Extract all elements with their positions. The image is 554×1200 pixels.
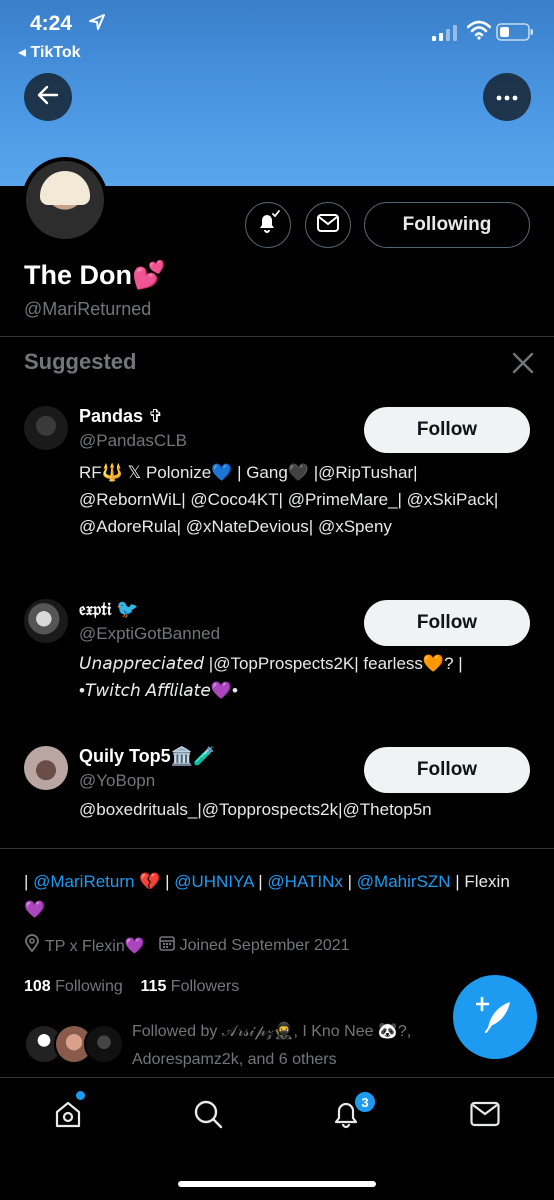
- location-item: TP x Flexin💜: [24, 934, 145, 957]
- suggested-handle[interactable]: @ExptiGotBanned: [79, 624, 220, 644]
- following-word: Following: [55, 978, 123, 995]
- suggested-avatar[interactable]: [24, 406, 68, 450]
- profile-meta: TP x Flexin💜 Joined September 2021: [24, 934, 364, 957]
- joined-date: Joined September 2021: [179, 936, 350, 954]
- following-button[interactable]: Following: [364, 202, 530, 248]
- follower-avatar: [84, 1024, 124, 1064]
- compose-tweet-button[interactable]: [453, 975, 537, 1059]
- suggested-avatar[interactable]: [24, 599, 68, 643]
- back-to-app-link[interactable]: ◂ TikTok: [18, 42, 81, 62]
- suggested-avatar[interactable]: [24, 746, 68, 790]
- bio-text: |: [253, 872, 268, 891]
- wifi-icon: [466, 20, 492, 45]
- followers-count-link[interactable]: 115 Followers: [141, 978, 240, 995]
- profile-avatar[interactable]: [22, 157, 108, 243]
- divider: [0, 336, 554, 337]
- close-icon: [511, 352, 535, 379]
- notifications-badge: 3: [353, 1090, 377, 1114]
- mention-link[interactable]: @MahirSZN: [357, 872, 451, 891]
- home-indicator: [178, 1181, 376, 1187]
- notifications-toggle-button[interactable]: [245, 202, 291, 248]
- follow-stats: 108 Following 115 Followers: [24, 978, 239, 996]
- bio-text: |: [342, 872, 357, 891]
- envelope-icon: [470, 1101, 500, 1132]
- joined-item: Joined September 2021: [158, 935, 350, 956]
- bio-text: |: [24, 872, 34, 891]
- suggested-handle[interactable]: @PandasCLB: [79, 431, 187, 451]
- mention-link[interactable]: @UHNIYA: [174, 872, 253, 891]
- bell-check-icon: [255, 209, 281, 241]
- followed-by-text: Followed by 𝒜𝓇𝓈𝒾𝓅𝓏🥷, I Kno Nee 🐼?, Adore…: [132, 1023, 412, 1068]
- suggested-title: Suggested: [24, 349, 137, 374]
- status-bar: 4:24 ◂ TikTok: [0, 0, 554, 70]
- suggested-bio: 𝘜𝘯𝘢𝘱𝘱𝘳𝘦𝘤𝘪𝘢𝘵𝘦𝘥 |@TopProspects2K| fearless…: [79, 654, 463, 700]
- followers-count: 115: [140, 978, 167, 995]
- search-icon: [193, 1099, 223, 1134]
- follow-button[interactable]: Follow: [364, 747, 530, 793]
- more-dots-icon: [496, 88, 518, 106]
- tab-home[interactable]: [48, 1096, 88, 1136]
- followers-word: Followers: [170, 978, 240, 995]
- calendar-icon: [158, 935, 180, 956]
- close-suggested-button[interactable]: [511, 351, 535, 375]
- location-arrow-icon: [89, 14, 105, 35]
- back-button[interactable]: [24, 73, 72, 121]
- tab-search[interactable]: [188, 1096, 228, 1136]
- follow-button[interactable]: Follow: [364, 407, 530, 453]
- bio-text: 💔 |: [134, 872, 175, 891]
- profile-handle: @MariReturned: [24, 299, 152, 319]
- suggested-name[interactable]: Quily Top5🏛️🧪: [79, 746, 216, 767]
- suggested-bio: @boxedrituals_|@Topprospects2k|@Thetop5n: [79, 800, 432, 819]
- suggested-name[interactable]: Pandas ✞: [79, 406, 163, 427]
- feather-plus-icon: [474, 996, 514, 1039]
- status-time: 4:24: [30, 12, 73, 35]
- tab-messages[interactable]: [465, 1096, 505, 1136]
- suggested-handle[interactable]: @YoBopn: [79, 771, 155, 791]
- suggested-bio: RF🔱 𝕏 Polonize💙 | Gang🖤 |@RipTushar| @Re…: [79, 463, 499, 536]
- follow-button[interactable]: Follow: [364, 600, 530, 646]
- divider: [0, 848, 554, 849]
- profile-bio: | @MariReturn 💔 | @UHNIYA | @HATINx | @M…: [24, 868, 524, 924]
- home-icon: [53, 1099, 83, 1134]
- message-button[interactable]: [305, 202, 351, 248]
- arrow-left-icon: [37, 84, 59, 111]
- envelope-icon: [317, 213, 339, 237]
- profile-location: TP x Flexin💜: [45, 937, 145, 955]
- profile-display-name: The Don💕: [24, 260, 166, 290]
- location-pin-icon: [24, 934, 45, 957]
- following-count: 108: [24, 978, 51, 995]
- unread-dot: [76, 1091, 85, 1100]
- mention-link[interactable]: @HATINx: [267, 872, 343, 891]
- battery-icon: [496, 23, 534, 46]
- mention-link[interactable]: @MariReturn: [33, 872, 134, 891]
- more-options-button[interactable]: [483, 73, 531, 121]
- following-count-link[interactable]: 108 Following: [24, 978, 123, 995]
- suggested-name[interactable]: 𝔢𝔵𝔭𝔱𝔦 🐦: [79, 599, 139, 620]
- cellular-signal-icon: [432, 25, 458, 46]
